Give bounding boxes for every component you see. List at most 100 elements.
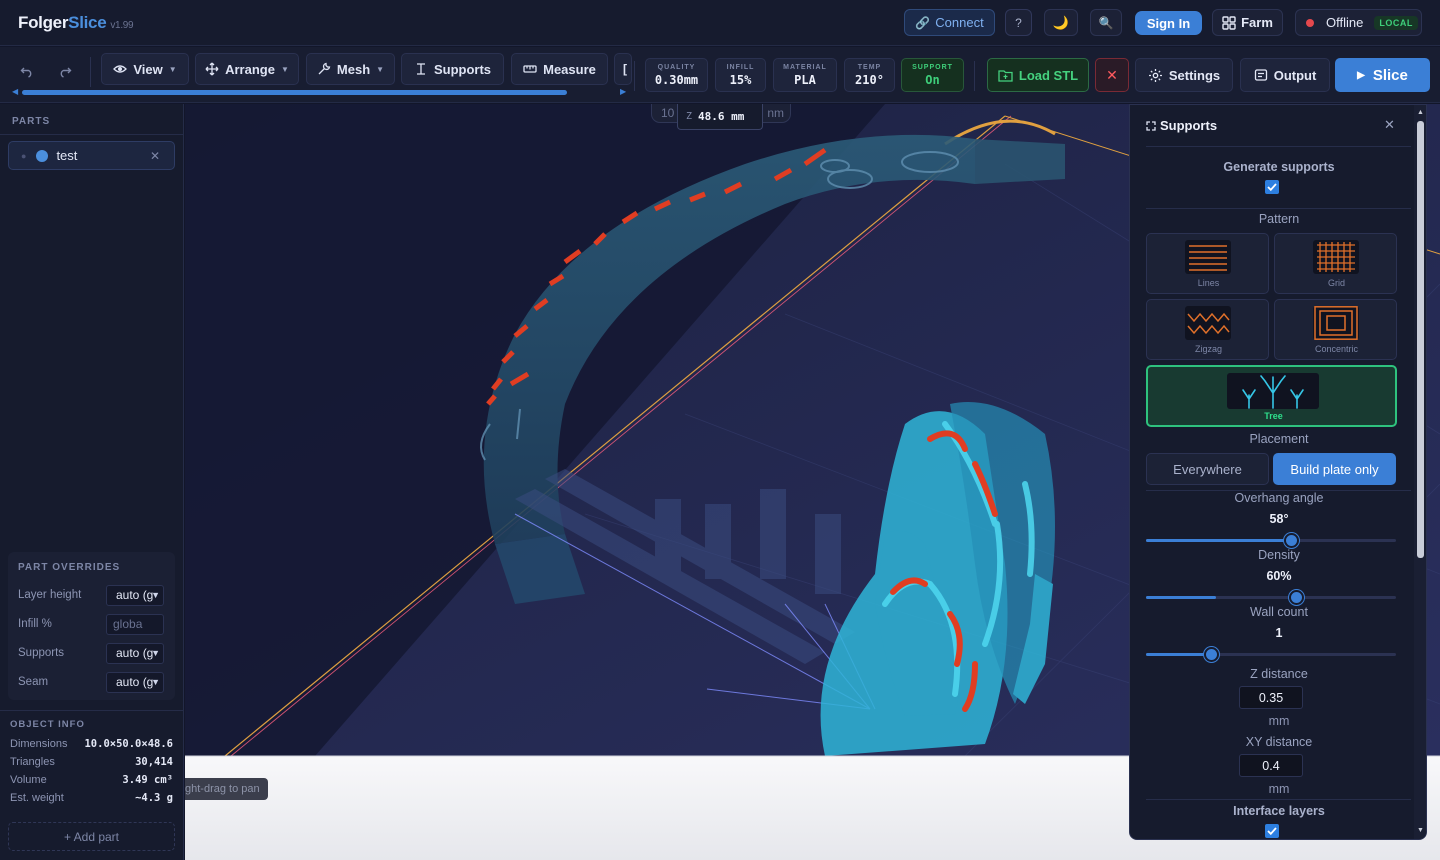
settings-button[interactable]: Settings [1135, 58, 1233, 92]
clear-button[interactable]: ✕ [1095, 58, 1129, 92]
farm-button[interactable]: Farm [1212, 9, 1283, 36]
sign-in-button[interactable]: Sign In [1135, 11, 1202, 35]
infill-stat-value: 15% [729, 72, 752, 87]
panel-scroll-thumb[interactable] [1417, 121, 1424, 558]
info-volume: Volume 3.49 cm³ [10, 774, 173, 786]
output-label: Output [1273, 67, 1317, 83]
density-slider[interactable] [1146, 590, 1396, 605]
pattern-grid-label: Grid [1327, 278, 1345, 288]
arrange-menu-button[interactable]: Arrange ▼ [195, 53, 299, 85]
placement-everywhere-option[interactable]: Everywhere [1146, 453, 1269, 485]
mesh-label: Mesh [336, 61, 371, 77]
scroll-up-icon[interactable]: ▲ [1417, 109, 1424, 116]
lines-pattern-icon [1185, 240, 1231, 274]
override-label: Layer height [18, 589, 82, 601]
scroll-left-icon[interactable]: ◀ [12, 87, 18, 96]
more-menu-button[interactable]: [ [614, 53, 632, 85]
slider-handle[interactable] [1288, 590, 1304, 605]
override-seam: Seam auto (g ▼ [18, 671, 168, 693]
measure-label: Measure [543, 61, 596, 77]
toolbar-scrollbar[interactable]: ◀ ▶ [12, 87, 626, 96]
slider-fill [1146, 539, 1291, 542]
info-label: Dimensions [10, 738, 68, 750]
z-distance-input[interactable]: 0.35 [1239, 686, 1303, 709]
layer-height-select[interactable]: auto (g ▼ [106, 584, 164, 606]
view-menu-button[interactable]: View ▼ [101, 53, 189, 85]
axis-value: 48.6 mm [698, 110, 745, 123]
part-list-item[interactable]: ● test ✕ [8, 141, 175, 170]
slice-button[interactable]: ▶ Slice [1335, 58, 1430, 92]
zigzag-pattern-icon [1185, 306, 1231, 340]
override-layer-height: Layer height auto (g ▼ [18, 584, 168, 606]
checkmark-icon [1267, 827, 1277, 835]
search-button[interactable]: 🔍 [1090, 9, 1122, 36]
pattern-zigzag-option[interactable]: Zigzag [1146, 299, 1269, 360]
redo-button[interactable] [51, 59, 79, 83]
overhang-angle-slider[interactable] [1146, 533, 1396, 548]
connect-button[interactable]: 🔗 Connect [904, 9, 995, 36]
info-value: ~4.3 g [135, 792, 173, 804]
infill-stat[interactable]: INFILL 15% [715, 58, 766, 92]
select-value: auto (g [116, 646, 154, 660]
scroll-right-icon[interactable]: ▶ [620, 87, 626, 96]
pattern-lines-option[interactable]: Lines [1146, 233, 1269, 294]
bracket-icon: [ [623, 62, 627, 76]
mesh-menu-button[interactable]: Mesh ▼ [306, 53, 395, 85]
info-weight: Est. weight ~4.3 g [10, 792, 173, 804]
infill-input[interactable]: globa [106, 613, 164, 635]
app-logo[interactable]: FolgerSlice v1.99 [18, 13, 134, 33]
axis-label: Z [686, 111, 693, 122]
output-button[interactable]: Output [1240, 58, 1330, 92]
override-supports: Supports auto (g ▼ [18, 642, 168, 664]
part-color-swatch[interactable] [36, 149, 49, 162]
connection-status[interactable]: Offline LOCAL [1295, 9, 1422, 36]
supports-title-label: Supports [1160, 118, 1218, 133]
slider-handle[interactable] [1203, 647, 1219, 662]
z-distance-unit: mm [1268, 714, 1290, 728]
slider-handle[interactable] [1283, 533, 1299, 548]
temp-stat-value: 210° [855, 72, 884, 87]
settings-label: Settings [1168, 67, 1221, 83]
supports-select[interactable]: auto (g ▼ [106, 642, 164, 664]
slice-label: Slice [1372, 66, 1408, 84]
infill-stat-label: INFILL [726, 63, 755, 71]
temp-stat[interactable]: TEMP 210° [844, 58, 895, 92]
supports-label: Supports [433, 61, 492, 77]
add-part-button[interactable]: + Add part [8, 822, 175, 851]
drag-handle-icon[interactable]: ● [21, 151, 26, 161]
pattern-tree-option[interactable]: Tree [1146, 365, 1397, 427]
placement-build-plate-option[interactable]: Build plate only [1273, 453, 1396, 485]
theme-toggle-button[interactable]: 🌙 [1044, 9, 1078, 36]
toolbar-scroll-thumb[interactable] [22, 90, 567, 95]
pattern-concentric-option[interactable]: Concentric [1274, 299, 1397, 360]
eye-icon [113, 65, 128, 73]
quality-stat-label: QUALITY [657, 63, 696, 71]
pattern-grid-option[interactable]: Grid [1274, 233, 1397, 294]
material-stat[interactable]: MATERIAL PLA [773, 58, 837, 92]
quality-stat[interactable]: QUALITY 0.30mm [645, 58, 708, 92]
measure-menu-button[interactable]: Measure [511, 53, 608, 85]
remove-part-icon[interactable]: ✕ [150, 149, 160, 163]
expand-icon[interactable] [1146, 120, 1156, 131]
tree-pattern-icon [1227, 373, 1319, 409]
pattern-tree-label: Tree [1264, 411, 1283, 421]
panel-scrollbar[interactable]: ▲ ▼ [1414, 105, 1426, 839]
arrange-label: Arrange [225, 61, 275, 77]
xy-distance-unit: mm [1268, 782, 1290, 796]
undo-button[interactable] [13, 59, 41, 83]
xy-distance-input[interactable]: 0.4 [1239, 754, 1303, 777]
load-stl-button[interactable]: Load STL [987, 58, 1089, 92]
quality-stat-value: 0.30mm [654, 72, 699, 87]
scroll-down-icon[interactable]: ▼ [1417, 827, 1424, 834]
supports-menu-button[interactable]: Supports [401, 53, 504, 85]
interface-layers-checkbox[interactable] [1265, 824, 1279, 838]
support-stat[interactable]: SUPPORT On [901, 58, 964, 92]
supports-panel-title: Supports [1146, 118, 1217, 133]
wall-count-slider[interactable] [1146, 647, 1396, 662]
select-value: auto (g [116, 588, 154, 602]
chevron-down-icon: ▼ [151, 677, 160, 687]
seam-select[interactable]: auto (g ▼ [106, 671, 164, 693]
help-button[interactable]: ? [1005, 9, 1032, 36]
generate-supports-checkbox[interactable] [1265, 180, 1279, 194]
close-panel-icon[interactable]: ✕ [1384, 117, 1395, 133]
